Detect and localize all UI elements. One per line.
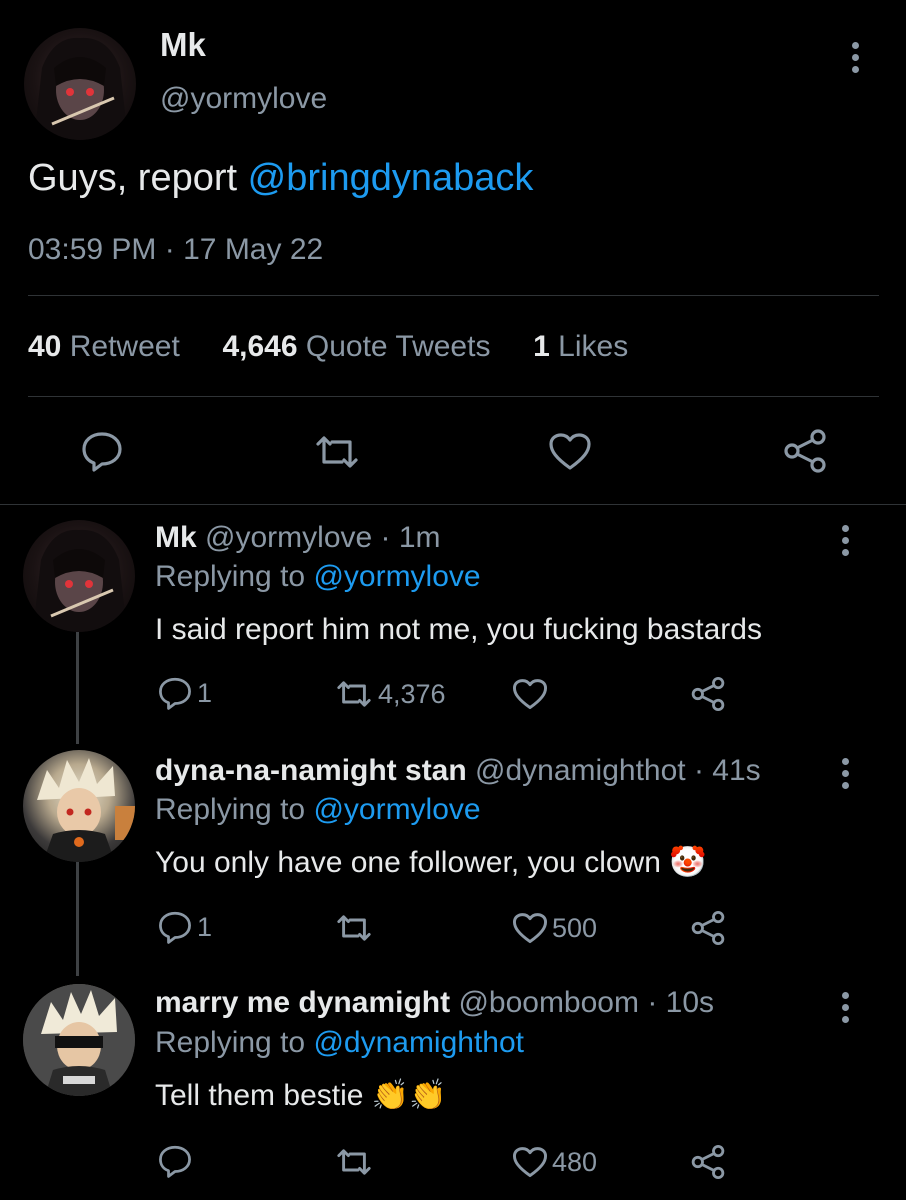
avatar-image — [33, 529, 127, 632]
retweet-label: Retweet — [69, 330, 180, 363]
reply-text-body: I said report him not me, you fucking ba… — [155, 613, 762, 646]
retweet-icon — [337, 915, 371, 941]
handle[interactable]: @dynamighthot — [475, 754, 686, 787]
retweet-icon[interactable] — [312, 432, 362, 472]
replying-to-label: Replying to — [155, 560, 314, 593]
reply-button[interactable] — [157, 1144, 197, 1178]
reply-age: · 41s — [693, 754, 761, 787]
display-name[interactable]: dyna-na-namight stan — [155, 754, 467, 787]
heart-icon — [512, 913, 548, 944]
quote-count: 4,646 — [222, 330, 298, 363]
retweet-count: 40 — [28, 330, 62, 363]
more-options-icon[interactable] — [842, 992, 850, 1028]
display-name[interactable]: Mk — [160, 26, 206, 64]
reply-text: Tell them bestie 👏👏 — [155, 1078, 447, 1114]
reply-header: Mk @yormylove · 1m — [155, 520, 441, 556]
tweet-text-body: Guys, report — [28, 157, 248, 199]
avatar-image — [23, 984, 135, 1096]
likes-label: Likes — [558, 330, 629, 363]
retweet-icon — [337, 681, 371, 707]
replying-to-link[interactable]: @dynamighthot — [313, 1026, 524, 1059]
like-count: 480 — [552, 1147, 598, 1177]
stat-quote-tweets[interactable]: 4,646 Quote Tweets — [222, 330, 490, 363]
reply-button[interactable]: 1 — [157, 910, 212, 944]
divider — [28, 396, 879, 397]
replying-to-link[interactable]: @yormylove — [313, 793, 480, 826]
reply-text: I said report him not me, you fucking ba… — [155, 612, 762, 648]
share-button[interactable] — [690, 910, 726, 946]
handle[interactable]: @yormylove — [160, 82, 327, 116]
reply-button[interactable]: 1 — [157, 676, 212, 710]
more-options-icon[interactable] — [842, 758, 850, 794]
tweet-text: Guys, report @bringdynaback — [28, 156, 533, 200]
heart-icon — [512, 679, 548, 710]
reply-count: 1 — [197, 911, 213, 942]
like-button[interactable]: 500 — [512, 912, 597, 945]
like-button[interactable]: 480 — [512, 1146, 597, 1179]
retweet-icon — [337, 1149, 371, 1175]
tweet-date: 17 May 22 — [183, 233, 324, 266]
avatar[interactable] — [23, 520, 135, 632]
tweet-timestamp: 03:59 PM · 17 May 22 — [28, 232, 323, 268]
tweet-time: 03:59 PM — [28, 233, 157, 266]
reply-text-body: Tell them bestie — [155, 1079, 372, 1112]
replying-to: Replying to @dynamighthot — [155, 1025, 524, 1061]
reply-count: 1 — [197, 677, 213, 708]
replying-to: Replying to @yormylove — [155, 559, 481, 595]
reply-age: · 10s — [647, 986, 715, 1019]
reply-age: · 1m — [380, 521, 441, 554]
retweet-button[interactable] — [334, 912, 378, 944]
reply-icon[interactable] — [80, 430, 124, 472]
reply-text: You only have one follower, you clown 🤡 — [155, 845, 707, 881]
more-options-icon[interactable] — [842, 525, 850, 561]
reply-header: dyna-na-namight stan @dynamighthot · 41s — [155, 753, 761, 789]
share-button[interactable] — [690, 1144, 726, 1180]
replying-to-link[interactable]: @yormylove — [313, 560, 480, 593]
retweet-count: 4,376 — [378, 678, 446, 709]
divider — [28, 295, 879, 296]
stat-likes[interactable]: 1 Likes — [533, 330, 628, 363]
replying-to-label: Replying to — [155, 1026, 314, 1059]
display-name[interactable]: marry me dynamight — [155, 986, 450, 1019]
handle[interactable]: @boomboom — [458, 986, 639, 1019]
likes-count: 1 — [533, 330, 550, 363]
heart-icon — [512, 1147, 548, 1178]
like-button[interactable] — [512, 678, 552, 711]
replying-to: Replying to @yormylove — [155, 792, 481, 828]
share-icon — [691, 676, 725, 712]
share-icon — [691, 910, 725, 946]
thread-line — [76, 862, 79, 976]
thread-line — [76, 632, 79, 744]
avatar-image — [37, 758, 135, 862]
retweet-button[interactable]: 4,376 — [334, 678, 446, 710]
replying-to-label: Replying to — [155, 793, 314, 826]
reply-emoji: 🤡 — [669, 846, 707, 879]
display-name[interactable]: Mk — [155, 521, 197, 554]
avatar[interactable] — [23, 750, 135, 862]
avatar[interactable] — [23, 984, 135, 1096]
reply-icon — [159, 677, 191, 710]
reply-icon — [159, 1145, 191, 1178]
reply-emoji: 👏👏 — [371, 1079, 447, 1112]
avatar[interactable] — [24, 28, 136, 140]
mention-link[interactable]: @bringdynaback — [248, 157, 534, 199]
avatar-image — [34, 37, 128, 140]
reply-header: marry me dynamight @boomboom · 10s — [155, 985, 714, 1021]
tweet-stats: 40 Retweet 4,646 Quote Tweets 1 Likes — [28, 329, 628, 365]
share-icon[interactable] — [782, 428, 828, 474]
retweet-button[interactable] — [334, 1146, 378, 1178]
like-count: 500 — [552, 913, 598, 943]
timestamp-dot: · — [164, 233, 175, 266]
heart-icon[interactable] — [548, 432, 592, 472]
reply-text-body: You only have one follower, you clown — [155, 846, 670, 879]
share-icon — [691, 1144, 725, 1180]
handle[interactable]: @yormylove — [205, 521, 372, 554]
reply-icon — [159, 911, 191, 944]
quote-label: Quote Tweets — [305, 330, 491, 363]
share-button[interactable] — [690, 676, 726, 712]
more-options-icon[interactable] — [852, 42, 860, 78]
section-divider — [0, 504, 906, 505]
stat-retweets[interactable]: 40 Retweet — [28, 330, 180, 363]
